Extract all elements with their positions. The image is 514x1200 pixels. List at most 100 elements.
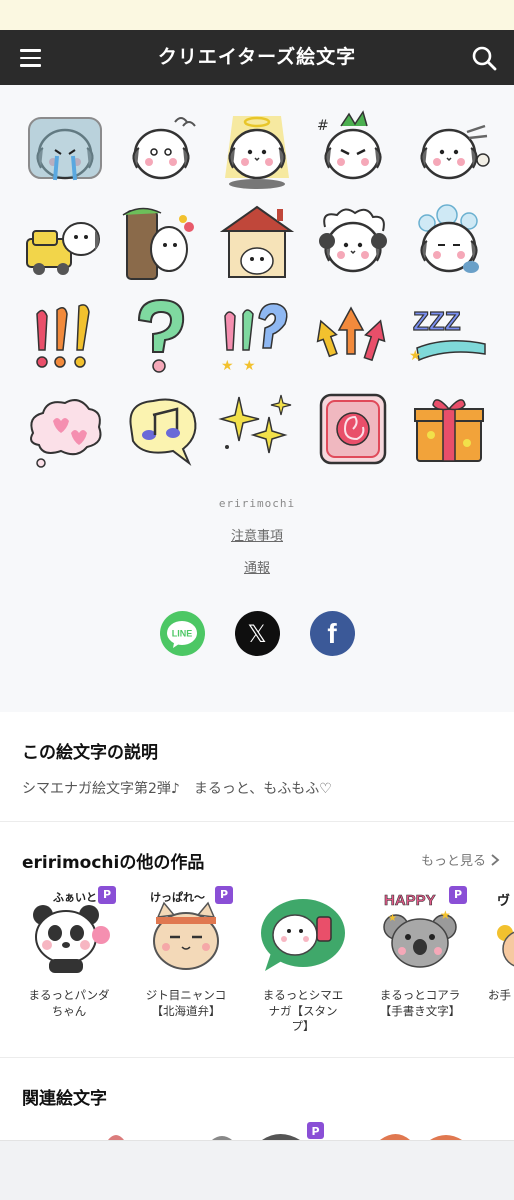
work-thumb: HAPPY ★ ★ P <box>371 884 469 982</box>
premium-badge: P <box>98 886 116 904</box>
music-notes-emoji[interactable] <box>113 382 209 475</box>
svg-text:ZZZ: ZZZ <box>413 306 461 336</box>
emoji-grid: # ★ ★ ZZZ ★ <box>17 103 497 475</box>
bird-house-emoji-icon <box>219 205 295 278</box>
emoji-preview-area: # ★ ★ ZZZ ★ eririmochi 注意事項 通報 LINE 𝕏 f <box>0 85 514 712</box>
svg-text:HAPPY: HAPPY <box>384 892 436 909</box>
music-notes-emoji-icon <box>129 398 197 466</box>
other-works-title: eririmochiの他の作品 <box>22 853 205 873</box>
svg-text:#: # <box>317 118 329 134</box>
notice-bar <box>0 0 514 30</box>
svg-text:★: ★ <box>221 358 234 374</box>
character-icon: ヴ <box>497 893 514 967</box>
work-thumb: ふぁいと P <box>20 884 118 982</box>
sparkles-emoji[interactable] <box>209 382 305 475</box>
description-text: シマエナガ絵文字第2弾♪ まるっと、もふもふ♡ <box>22 781 332 797</box>
svg-text:LINE: LINE <box>172 628 193 638</box>
dizzy-bird-emoji[interactable] <box>113 103 209 196</box>
arrows-up-emoji[interactable] <box>305 289 401 382</box>
bird-truck-emoji-icon <box>26 221 100 275</box>
dashing-bird-emoji[interactable] <box>401 103 497 196</box>
related-emoji-section: 関連絵文字 P <box>0 1058 514 1140</box>
page-title: クリエイターズ絵文字 <box>157 46 357 68</box>
work-name: まるっとシマエ ナガ【スタン プ】 <box>262 988 344 1033</box>
search-icon[interactable] <box>464 38 504 78</box>
bath-bird-emoji-icon <box>418 203 479 273</box>
works-row: ふぁいと P まるっとパンダ ちゃん けっぱれ～ P ジト目ニャンコ 【北海道弁… <box>20 884 514 1035</box>
work-item-shimaenaga[interactable]: まるっとシマエ ナガ【スタン プ】 <box>254 884 352 1035</box>
bath-bird-emoji[interactable] <box>401 196 497 289</box>
notice-link[interactable]: 注意事項 <box>231 529 283 544</box>
svg-text:★: ★ <box>243 358 256 374</box>
angry-bird-emoji[interactable]: # <box>305 103 401 196</box>
work-thumb <box>254 884 352 982</box>
gift-box-emoji-icon <box>414 398 484 462</box>
hamburger-menu-icon[interactable] <box>10 38 50 78</box>
dizzy-bird-emoji-icon <box>132 116 196 179</box>
bird-phone-icon <box>261 899 345 971</box>
work-thumb: けっぱれ～ P <box>137 884 235 982</box>
rose-square-emoji-icon <box>319 393 387 464</box>
zzz-emoji-icon: ZZZ ★ <box>409 305 486 364</box>
description-section: この絵文字の説明 シマエナガ絵文字第2弾♪ まるっと、もふもふ♡ <box>0 712 514 822</box>
related-title: 関連絵文字 <box>22 1089 107 1109</box>
svg-text:P: P <box>311 1125 319 1138</box>
top-header: クリエイターズ絵文字 <box>0 30 514 85</box>
report-link[interactable]: 通報 <box>244 561 270 576</box>
svg-text:けっぱれ～: けっぱれ～ <box>150 890 205 904</box>
zzz-emoji[interactable]: ZZZ ★ <box>401 289 497 382</box>
exclamation-question-emoji-icon: ★ ★ <box>221 302 288 374</box>
work-name: まるっとパンダ ちゃん <box>28 988 110 1018</box>
question-mark-emoji[interactable] <box>113 289 209 382</box>
gift-box-emoji[interactable] <box>401 382 497 475</box>
svg-text:★: ★ <box>388 913 397 924</box>
sheep-bird-emoji[interactable] <box>305 196 401 289</box>
work-name: お手 <box>488 988 511 1002</box>
work-name: ジト目ニャンコ 【北海道弁】 <box>145 988 227 1018</box>
bottom-bar <box>0 1140 514 1200</box>
other-works-section: eririmochiの他の作品 もっと見る ふぁいと P まるっとパンダちゃん <box>0 822 514 1058</box>
svg-text:ヴ: ヴ <box>497 893 510 909</box>
arrows-up-emoji-icon <box>316 305 386 361</box>
share-buttons: LINE 𝕏 f <box>0 611 514 656</box>
crying-bird-emoji-icon <box>28 116 102 180</box>
svg-text:ふぁいと: ふぁいと <box>53 891 97 904</box>
work-item-cat[interactable]: けっぱれ～ P ジト目ニャンコ 【北海道弁】 <box>137 884 235 1035</box>
facebook-share-button[interactable]: f <box>309 611 355 656</box>
bird-behind-tree-emoji-icon <box>122 207 194 280</box>
exclamation-question-emoji[interactable]: ★ ★ <box>209 289 305 382</box>
more-link[interactable]: もっと見る <box>421 850 500 869</box>
svg-text:★: ★ <box>440 908 451 922</box>
dashing-bird-emoji-icon <box>420 124 490 179</box>
x-share-button[interactable]: 𝕏 <box>234 611 280 656</box>
premium-badge: P <box>449 886 467 904</box>
more-link-label: もっと見る <box>420 854 486 869</box>
crying-bird-emoji[interactable] <box>17 103 113 196</box>
work-item-panda[interactable]: ふぁいと P まるっとパンダ ちゃん <box>20 884 118 1035</box>
work-item-partial[interactable]: ヴ お手 <box>488 884 514 1035</box>
chevron-right-icon <box>491 853 500 866</box>
author-name: eririmochi <box>218 497 296 510</box>
rose-square-emoji[interactable] <box>305 382 401 475</box>
sparkles-emoji-icon <box>218 394 292 453</box>
work-item-koala[interactable]: HAPPY ★ ★ P まるっとコアラ 【手書き文字】 <box>371 884 469 1035</box>
line-icon: LINE <box>167 620 197 648</box>
work-name: まるっとコアラ 【手書き文字】 <box>379 988 461 1018</box>
premium-badge: P <box>215 886 233 904</box>
triple-exclamation-emoji-icon <box>36 303 90 368</box>
angel-bird-emoji-icon <box>225 115 289 189</box>
triple-exclamation-emoji[interactable] <box>17 289 113 382</box>
sheep-bird-emoji-icon <box>319 208 387 272</box>
related-thumbs-peek: P <box>108 1122 462 1140</box>
x-icon: 𝕏 <box>247 619 267 648</box>
bird-house-emoji[interactable] <box>209 196 305 289</box>
question-mark-emoji-icon <box>137 298 185 373</box>
svg-text:★: ★ <box>409 348 422 364</box>
hearts-cloud-emoji[interactable] <box>17 382 113 475</box>
line-share-button[interactable]: LINE <box>159 611 205 656</box>
angel-bird-emoji[interactable] <box>209 103 305 196</box>
bird-behind-tree-emoji[interactable] <box>113 196 209 289</box>
hearts-cloud-emoji-icon <box>30 398 102 468</box>
bird-truck-emoji[interactable] <box>17 196 113 289</box>
work-thumb: ヴ <box>488 884 514 982</box>
